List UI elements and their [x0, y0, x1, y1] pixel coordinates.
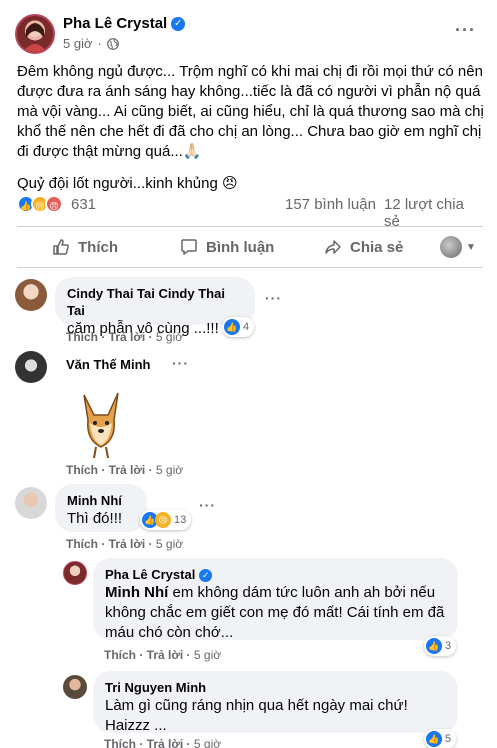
- comment-bubble: Cindy Thai Tai Cindy Thai Tai căm phẫn v…: [55, 277, 255, 337]
- reaction-audience-selector[interactable]: ▼: [440, 236, 476, 258]
- comment-reply-link[interactable]: Trả lời: [109, 463, 146, 477]
- comment-button[interactable]: Bình luận: [180, 238, 274, 256]
- reply-bubble: Pha Lê Crystal ✓ Minh Nhí em không dám tứ…: [93, 558, 458, 641]
- comment-options-icon[interactable]: ···: [172, 355, 189, 371]
- commenter-avatar[interactable]: [15, 279, 47, 311]
- comment-bubble: Minh Nhí Thì đó!!!: [55, 484, 147, 532]
- post-time[interactable]: 5 giờ: [63, 36, 93, 51]
- reply-reply-link[interactable]: Trả lời: [147, 648, 184, 662]
- post-header: Pha Lê Crystal ✓ 5 giờ · ···: [0, 0, 497, 60]
- comment-time[interactable]: 5 giờ: [156, 463, 183, 477]
- divider: [17, 226, 483, 227]
- replier-avatar[interactable]: [63, 675, 87, 699]
- share-button[interactable]: Chia sẻ: [324, 238, 403, 256]
- reply-text: Làm gì cũng ráng nhịn qua hết ngày mai c…: [105, 697, 408, 734]
- like-reaction-icon: 👍: [426, 638, 442, 654]
- comment-options-icon[interactable]: ···: [199, 497, 216, 513]
- reply-mention[interactable]: Minh Nhí: [105, 584, 168, 601]
- reply-reply-link[interactable]: Trả lời: [147, 737, 184, 748]
- reply-like-link[interactable]: Thích: [104, 648, 136, 662]
- reply-reaction-pill[interactable]: 👍 5: [424, 729, 457, 748]
- like-reaction-icon: 👍: [224, 319, 240, 335]
- reaction-summary: 👍 😢 😠 631 157 bình luận 12 lượt chia sẻ: [17, 193, 483, 230]
- viewer-avatar: [440, 236, 462, 258]
- comment-text: Thì đó!!!: [67, 510, 123, 527]
- comment-reply-link[interactable]: Trả lời: [109, 330, 146, 344]
- commenter-avatar[interactable]: [15, 487, 47, 519]
- chevron-down-icon: ▼: [466, 241, 476, 253]
- post-options-icon[interactable]: ···: [455, 20, 476, 41]
- reply-time[interactable]: 5 giờ: [194, 737, 221, 748]
- author-avatar[interactable]: [15, 14, 55, 54]
- sticker-image: [76, 385, 126, 460]
- comment-links: Thích · Trả lời · 5 giờ: [66, 330, 184, 344]
- reply-like-link[interactable]: Thích: [104, 737, 136, 748]
- post-paragraph: Đêm không ngủ được... Trộm nghĩ có khi m…: [17, 63, 484, 160]
- reply-links: Thích · Trả lời · 5 giờ: [104, 648, 222, 662]
- comment-like-link[interactable]: Thích: [66, 330, 98, 344]
- like-button[interactable]: Thích: [52, 238, 118, 256]
- divider: [17, 267, 483, 268]
- commenter-avatar[interactable]: [15, 351, 47, 383]
- comment-author[interactable]: Cindy Thai Tai Cindy Thai Tai: [67, 285, 243, 319]
- reply-bubble: Tri Nguyen Minh Làm gì cũng ráng nhịn qu…: [93, 671, 458, 734]
- reaction-icons[interactable]: 👍 😢 😠 631: [17, 195, 96, 213]
- comment-time[interactable]: 5 giờ: [156, 330, 183, 344]
- sad-reaction-icon: 😢: [155, 512, 171, 528]
- comment-like-link[interactable]: Thích: [66, 537, 98, 551]
- verified-badge-icon: ✓: [171, 17, 186, 32]
- shares-count[interactable]: 12 lượt chia sẻ: [384, 196, 483, 230]
- comment-links: Thích · Trả lời · 5 giờ: [66, 537, 184, 551]
- reply-author[interactable]: Pha Lê Crystal: [105, 567, 195, 582]
- post-author-name[interactable]: Pha Lê Crystal: [63, 15, 167, 32]
- reply-reaction-pill[interactable]: 👍 3: [424, 636, 457, 656]
- post-actions: Thích Bình luận Chia sẻ ▼: [10, 229, 487, 265]
- reply-time[interactable]: 5 giờ: [194, 648, 221, 662]
- comment-icon: [181, 239, 197, 255]
- reaction-count[interactable]: 631: [71, 196, 96, 213]
- comment-reaction-pill[interactable]: 👍 😢 13: [140, 510, 192, 530]
- like-reaction-icon: 👍: [426, 731, 442, 747]
- post-paragraph: Quỷ đội lốt người...kinh khủng 😠: [17, 175, 238, 192]
- angry-reaction-icon: 😠: [45, 195, 63, 213]
- reply-author[interactable]: Tri Nguyen Minh: [105, 679, 446, 696]
- comment-time[interactable]: 5 giờ: [156, 537, 183, 551]
- comment-reaction-pill[interactable]: 👍 4: [222, 317, 255, 337]
- comments-count[interactable]: 157 bình luận: [285, 196, 376, 213]
- reply-links: Thích · Trả lời · 5 giờ: [104, 737, 221, 748]
- comment-like-link[interactable]: Thích: [66, 463, 98, 477]
- thumbs-up-icon: [53, 239, 69, 255]
- comment-author[interactable]: Văn Thế Minh: [66, 357, 151, 372]
- comment-reply-link[interactable]: Trả lời: [109, 537, 146, 551]
- comment-links: Thích · Trả lời · 5 giờ: [66, 463, 184, 477]
- comment-options-icon[interactable]: ···: [265, 290, 282, 306]
- post-body: Đêm không ngủ được... Trộm nghĩ có khi m…: [17, 62, 487, 206]
- replier-avatar[interactable]: [63, 561, 87, 585]
- comment-author[interactable]: Minh Nhí: [67, 492, 135, 509]
- share-icon: [325, 240, 341, 254]
- verified-badge-icon: ✓: [199, 569, 213, 583]
- globe-icon: [106, 37, 119, 50]
